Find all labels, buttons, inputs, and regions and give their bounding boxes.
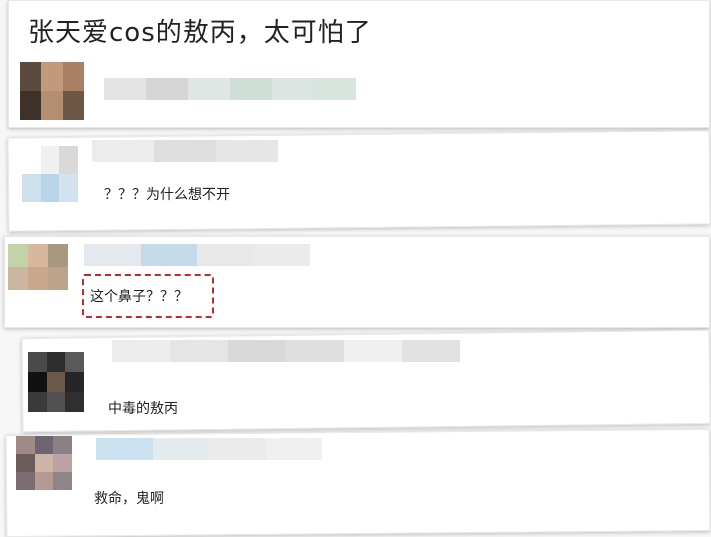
commenter-avatar-4[interactable] (16, 436, 72, 490)
commenter-name-blurred-4 (96, 438, 322, 460)
comment-text-1: ？？？为什么想不开 (104, 187, 230, 203)
commenter-avatar-3[interactable] (28, 352, 84, 412)
poster-avatar[interactable] (20, 62, 84, 120)
post-title: 张天爱cos的敖丙，太可怕了 (28, 18, 372, 48)
commenter-avatar-1[interactable] (22, 146, 78, 202)
comment-text-2: 这个鼻子？？？ (90, 289, 188, 305)
poster-name-blurred (104, 78, 356, 100)
commenter-avatar-2[interactable] (8, 244, 68, 290)
commenter-name-blurred-3 (112, 340, 460, 362)
commenter-name-blurred-2 (84, 244, 310, 266)
comment-text-4: 救命，鬼啊 (94, 491, 164, 507)
commenter-name-blurred-1 (92, 140, 278, 162)
comment-text-3: 中毒的敖丙 (108, 401, 178, 417)
